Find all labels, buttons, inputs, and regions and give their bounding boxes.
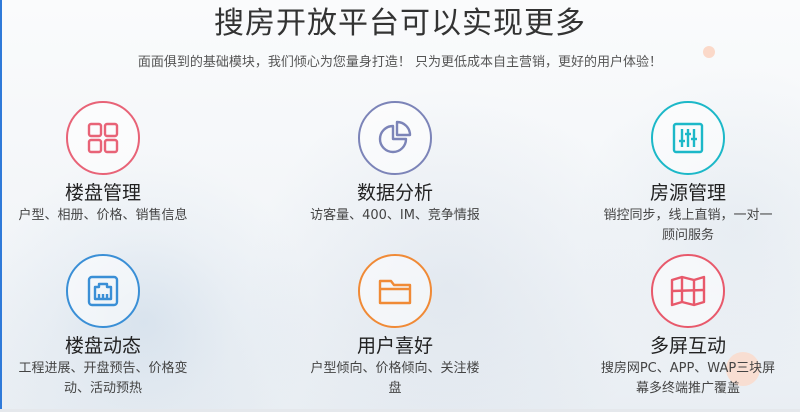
feature-title: 楼盘动态 (64, 335, 141, 357)
icon-circle (358, 254, 432, 328)
pie-chart-icon (376, 119, 414, 157)
feature-user-preferences: 用户喜好 户型倾向、价格倾向、关注楼 盘 (275, 254, 515, 399)
feature-desc: 动、活动预热 (63, 381, 142, 396)
feature-desc: 户型、相册、价格、销售信息 (18, 208, 188, 223)
feature-title: 楼盘管理 (64, 182, 141, 204)
feature-desc: 顾问服务 (661, 228, 714, 243)
icon-circle (358, 101, 432, 175)
feature-multi-screen: 多屏互动 搜房网PC、APP、WAP三块屏 幕多终端推广覆盖 (568, 254, 800, 399)
multi-screen-icon (669, 274, 707, 308)
icon-circle (66, 254, 140, 328)
feature-desc: 户型倾向、价格倾向、关注楼 (310, 361, 480, 376)
feature-title: 用户喜好 (356, 335, 433, 357)
feature-title: 房源管理 (649, 182, 726, 204)
icon-circle (651, 254, 725, 328)
feature-desc: 销控同步，线上直销，一对一 (603, 208, 773, 223)
feature-title: 数据分析 (356, 182, 433, 204)
icon-circle (651, 101, 725, 175)
feature-building-updates: 楼盘动态 工程进展、开盘预告、价格变 动、活动预热 (0, 254, 223, 399)
feature-desc: 搜房网PC、APP、WAP三块屏 (600, 361, 776, 376)
folder-icon (377, 274, 413, 308)
grid-icon (86, 121, 120, 155)
feature-data-analysis: 数据分析 访客量、400、IM、竞争情报 (275, 101, 515, 226)
feature-desc: 幕多终端推广覆盖 (635, 381, 740, 396)
sliders-icon (671, 121, 705, 155)
feature-listing-management: 房源管理 销控同步，线上直销，一对一 顾问服务 (568, 101, 800, 246)
page-title: 搜房开放平台可以实现更多 (214, 6, 586, 41)
icon-circle (66, 101, 140, 175)
ethernet-port-icon (86, 274, 120, 308)
page-subtitle: 面面俱到的基础模块，我们倾心为您量身打造！ 只为更低成本自主营销，更好的用户体验… (137, 55, 663, 70)
feature-title: 多屏互动 (649, 335, 726, 357)
feature-desc: 盘 (388, 381, 402, 396)
feature-building-management: 楼盘管理 户型、相册、价格、销售信息 (0, 101, 223, 226)
feature-desc: 访客量、400、IM、竞争情报 (310, 208, 480, 223)
feature-desc: 工程进展、开盘预告、价格变 (18, 361, 188, 376)
